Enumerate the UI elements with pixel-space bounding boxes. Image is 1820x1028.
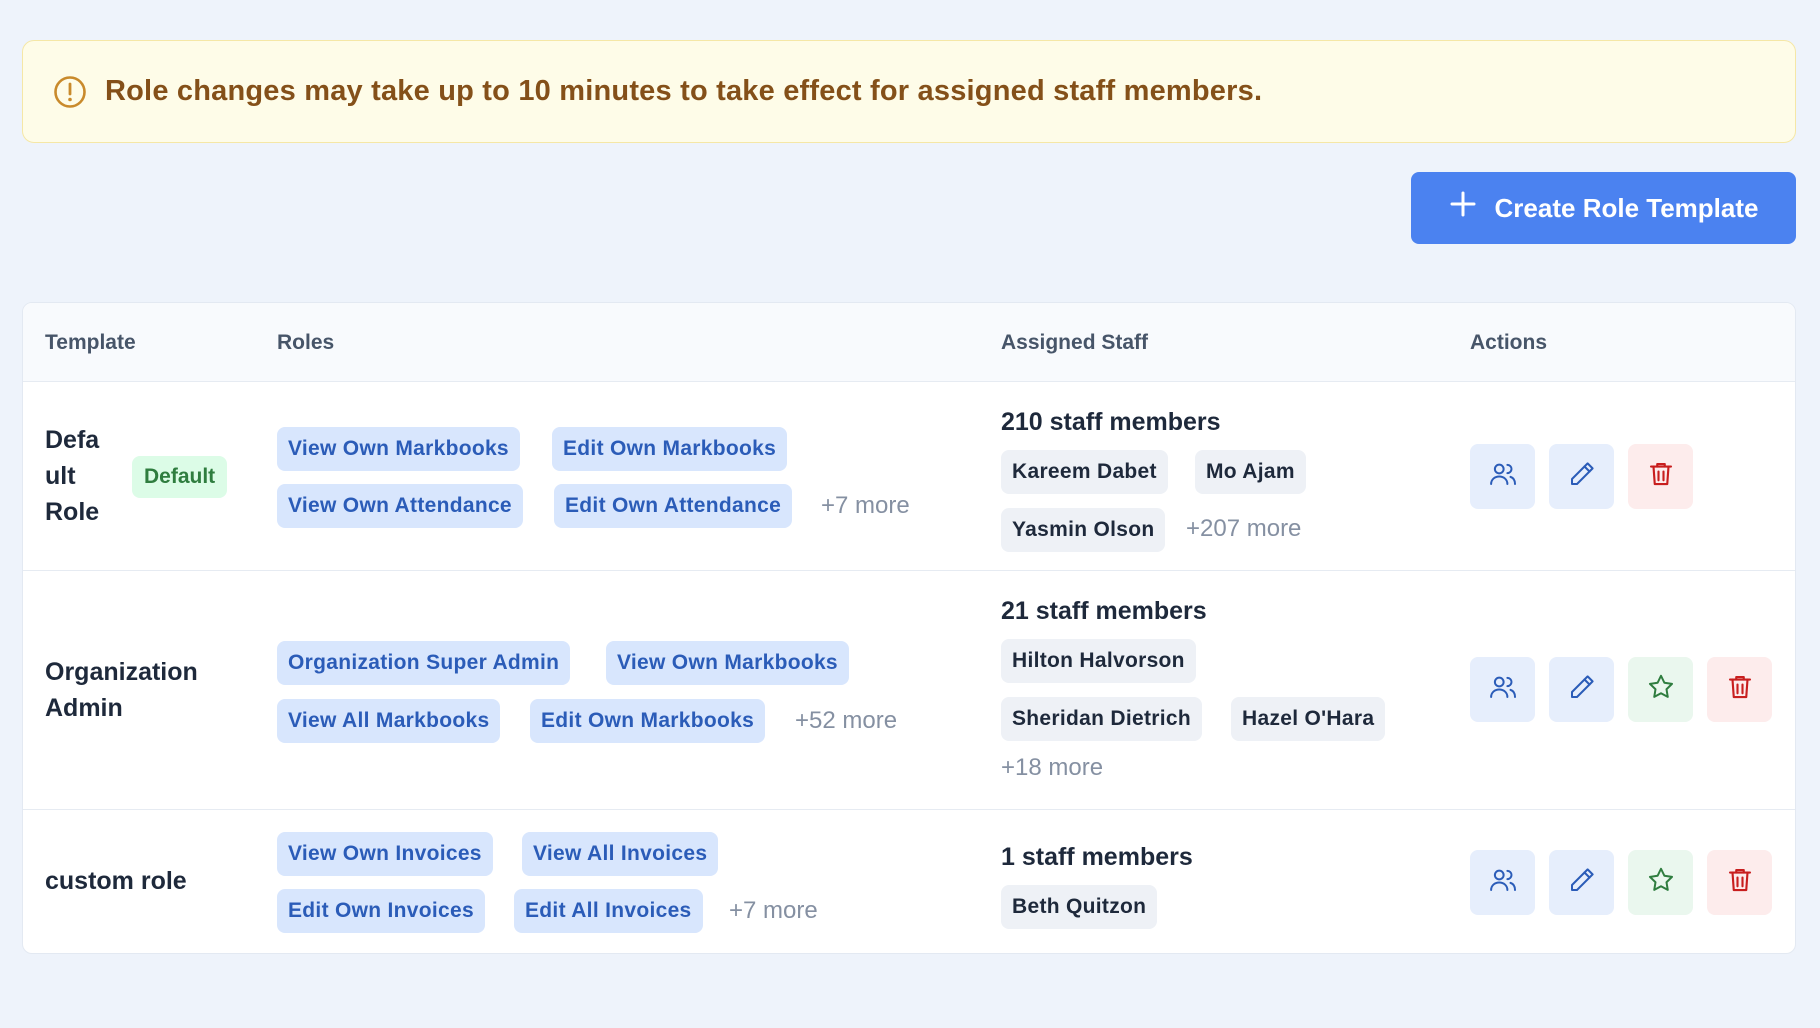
staff-chip: Yasmin Olson [1001, 508, 1166, 552]
staff-count: 21 staff members [1001, 597, 1207, 625]
table-row: Organization Admin Organization Super Ad… [23, 571, 1795, 810]
table-row: Defa ult Role Default View Own Markbooks… [23, 382, 1795, 571]
delete-button[interactable] [1707, 850, 1772, 915]
delete-button[interactable] [1707, 657, 1772, 722]
users-icon [1488, 865, 1518, 900]
role-chip: View Own Invoices [277, 832, 493, 876]
assign-staff-button[interactable] [1470, 850, 1535, 915]
set-default-button[interactable] [1628, 850, 1693, 915]
edit-button[interactable] [1549, 657, 1614, 722]
staff-chip: Hilton Halvorson [1001, 639, 1196, 683]
staff-chip: Beth Quitzon [1001, 885, 1158, 929]
trash-icon [1725, 865, 1755, 900]
star-icon [1646, 672, 1676, 707]
role-chip: Edit All Invoices [514, 889, 703, 933]
set-default-button[interactable] [1628, 657, 1693, 722]
role-chip: View Own Attendance [277, 484, 523, 528]
pencil-icon [1567, 459, 1597, 494]
staff-more-count[interactable]: +18 more [1001, 754, 1103, 782]
create-role-template-label: Create Role Template [1494, 192, 1759, 223]
staff-count: 210 staff members [1001, 408, 1221, 436]
staff-chip: Kareem Dabet [1001, 450, 1168, 494]
assign-staff-button[interactable] [1470, 657, 1535, 722]
trash-icon [1725, 672, 1755, 707]
star-icon [1646, 865, 1676, 900]
role-chip: View All Invoices [522, 832, 719, 876]
staff-chip: Sheridan Dietrich [1001, 697, 1202, 741]
staff-chip: Hazel O'Hara [1231, 697, 1386, 741]
info-banner: Role changes may take up to 10 minutes t… [22, 40, 1796, 143]
table-row: custom role View Own Invoices View All I… [23, 810, 1795, 953]
users-icon [1488, 672, 1518, 707]
staff-count: 1 staff members [1001, 843, 1193, 871]
users-icon [1488, 459, 1518, 494]
table-header: Template Roles Assigned Staff Actions [23, 303, 1795, 382]
template-name: Organization Admin [45, 658, 198, 722]
edit-button[interactable] [1549, 444, 1614, 509]
staff-chip: Mo Ajam [1195, 450, 1306, 494]
column-header-roles: Roles [277, 331, 335, 354]
role-chip: Edit Own Markbooks [530, 699, 766, 743]
template-name: Defa ult Role [45, 426, 100, 526]
create-role-template-button[interactable]: Create Role Template [1411, 172, 1796, 244]
info-banner-text: Role changes may take up to 10 minutes t… [105, 75, 1263, 107]
role-chip: Edit Own Invoices [277, 889, 485, 933]
role-chip: Edit Own Markbooks [552, 427, 788, 471]
assign-staff-button[interactable] [1470, 444, 1535, 509]
roles-more-count[interactable]: +52 more [795, 707, 897, 735]
role-templates-table: Template Roles Assigned Staff Actions De… [22, 302, 1796, 954]
delete-button[interactable] [1628, 444, 1693, 509]
role-chip: View Own Markbooks [606, 641, 849, 685]
column-header-actions: Actions [1470, 331, 1548, 354]
role-chip: View All Markbooks [277, 699, 501, 743]
pencil-icon [1567, 672, 1597, 707]
role-chip: View Own Markbooks [277, 427, 520, 471]
role-chip: Organization Super Admin [277, 641, 571, 685]
edit-button[interactable] [1549, 850, 1614, 915]
role-chip: Edit Own Attendance [554, 484, 793, 528]
default-badge: Default [132, 456, 228, 498]
trash-icon [1646, 459, 1676, 494]
alert-circle-icon [53, 75, 87, 109]
plus-icon [1449, 187, 1477, 225]
template-name: custom role [45, 867, 187, 895]
staff-more-count[interactable]: +207 more [1186, 515, 1301, 543]
roles-more-count[interactable]: +7 more [729, 897, 818, 925]
roles-more-count[interactable]: +7 more [821, 492, 910, 520]
column-header-assigned-staff: Assigned Staff [1001, 331, 1149, 354]
pencil-icon [1567, 865, 1597, 900]
column-header-template: Template [45, 331, 136, 354]
